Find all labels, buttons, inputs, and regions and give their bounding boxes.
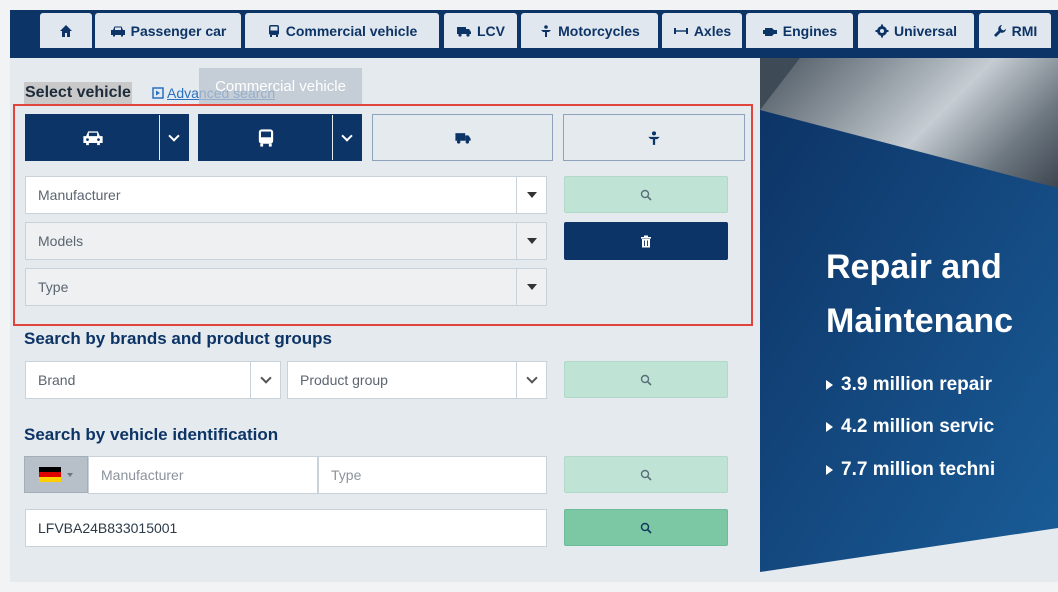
gear-icon bbox=[875, 24, 889, 37]
caret-right-icon bbox=[826, 422, 833, 432]
hero-bullet-text: 7.7 million techni bbox=[841, 459, 996, 480]
highlight-frame bbox=[13, 104, 753, 326]
tab-label: Axles bbox=[693, 22, 732, 39]
hero-title-line1: Repair and bbox=[826, 248, 1002, 286]
tab-label: Passenger car bbox=[130, 22, 227, 39]
tab-lcv[interactable]: LCV bbox=[444, 13, 517, 48]
car-icon bbox=[110, 26, 125, 36]
home-icon bbox=[60, 24, 72, 37]
vin-manufacturer-search-button[interactable] bbox=[564, 456, 728, 493]
tab-label: LCV bbox=[477, 22, 505, 39]
product-group-select-value: Product group bbox=[300, 372, 388, 388]
wrench-icon bbox=[993, 24, 1006, 37]
tab-axles[interactable]: Axles bbox=[662, 13, 742, 48]
product-group-select[interactable]: Product group bbox=[287, 361, 547, 399]
tab-label: Engines bbox=[782, 22, 838, 39]
germany-flag-icon bbox=[39, 467, 61, 482]
vin-manufacturer-placeholder: Manufacturer bbox=[101, 467, 184, 483]
bus-icon bbox=[268, 24, 279, 37]
brands-section-heading: Search by brands and product groups bbox=[24, 329, 332, 348]
tooltip: Commercial vehicle bbox=[199, 68, 362, 104]
select-vehicle-heading: Select vehicle bbox=[24, 82, 132, 104]
search-icon bbox=[640, 374, 652, 386]
tab-home[interactable] bbox=[40, 13, 92, 48]
top-margin bbox=[10, 0, 1058, 10]
tab-rmi[interactable]: RMI bbox=[979, 13, 1051, 48]
chevron-down-icon bbox=[250, 362, 280, 398]
hero-title: Repair and Maintenanc bbox=[826, 240, 1013, 348]
vin-type-input[interactable]: Type bbox=[318, 456, 547, 494]
hero-bullet: 4.2 million servic bbox=[826, 416, 994, 438]
tab-commercial-vehicle[interactable]: Commercial vehicle bbox=[245, 13, 439, 48]
search-icon bbox=[640, 522, 652, 534]
external-box-icon bbox=[152, 87, 164, 99]
tab-passenger-car[interactable]: Passenger car bbox=[95, 13, 241, 48]
engine-icon bbox=[762, 27, 777, 36]
hero-bullet-text: 3.9 million repair bbox=[841, 374, 992, 395]
tab-label: Universal bbox=[893, 22, 958, 39]
tab-engines[interactable]: Engines bbox=[746, 13, 853, 48]
brand-select[interactable]: Brand bbox=[25, 361, 281, 399]
brand-select-value: Brand bbox=[38, 372, 76, 388]
motorcycle-icon bbox=[541, 24, 552, 37]
tab-motorcycles[interactable]: Motorcycles bbox=[521, 13, 658, 48]
truck-icon bbox=[457, 26, 471, 37]
tab-label: Motorcycles bbox=[558, 22, 640, 39]
vin-type-placeholder: Type bbox=[331, 467, 362, 483]
hero-bullet-text: 4.2 million servic bbox=[841, 416, 995, 437]
vin-section-heading: Search by vehicle identification bbox=[24, 425, 279, 444]
bottom-margin bbox=[10, 582, 1058, 592]
chevron-down-icon bbox=[516, 362, 546, 398]
caret-right-icon bbox=[826, 380, 833, 390]
vin-input[interactable]: LFVBA24B833015001 bbox=[25, 509, 547, 547]
country-select[interactable] bbox=[24, 456, 88, 493]
tab-universal[interactable]: Universal bbox=[858, 13, 974, 48]
vin-search-button[interactable] bbox=[564, 509, 728, 546]
chevron-down-icon bbox=[67, 472, 73, 477]
hero-bullet: 3.9 million repair bbox=[826, 374, 992, 396]
vin-manufacturer-input[interactable]: Manufacturer bbox=[88, 456, 318, 494]
hero-bullet: 7.7 million techni bbox=[826, 459, 995, 481]
brand-search-button[interactable] bbox=[564, 361, 728, 398]
axle-icon bbox=[673, 27, 688, 34]
tab-label: RMI bbox=[1011, 22, 1038, 39]
search-icon bbox=[640, 469, 652, 481]
tab-label: Commercial vehicle bbox=[285, 22, 418, 39]
vin-input-value: LFVBA24B833015001 bbox=[38, 520, 178, 536]
hero-title-line2: Maintenanc bbox=[826, 302, 1014, 340]
caret-right-icon bbox=[826, 465, 833, 475]
